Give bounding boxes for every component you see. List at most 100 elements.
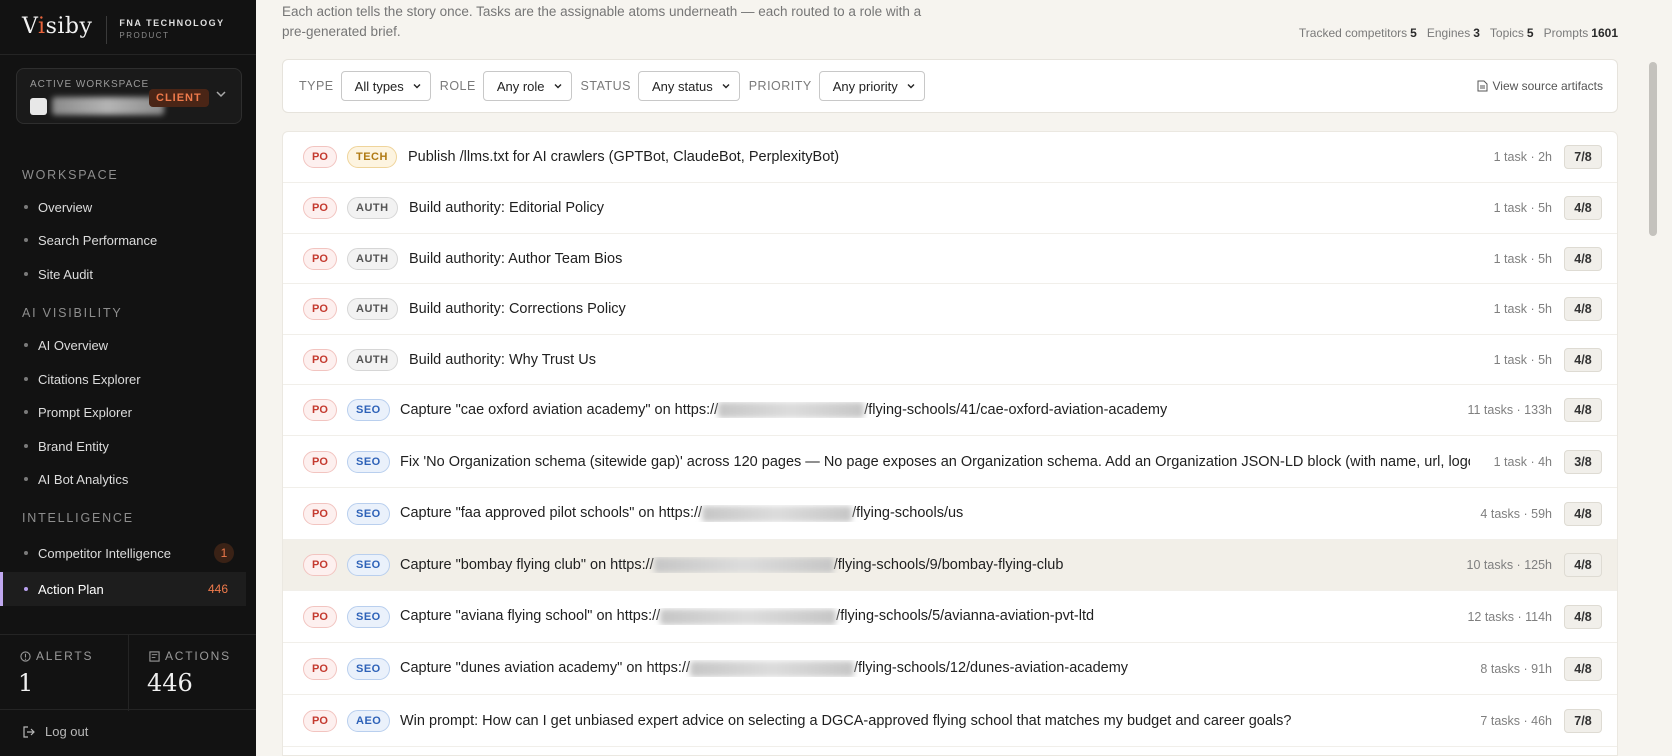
- action-row[interactable]: PO SEO Capture "aviana flying school" on…: [283, 591, 1617, 643]
- nav-item-ai-bot-analytics[interactable]: AI Bot Analytics: [0, 464, 246, 494]
- bullet-icon: [24, 477, 28, 481]
- role-tag: PO: [303, 247, 337, 270]
- divider: [0, 54, 256, 55]
- action-title: Capture "bombay flying club" on https://…: [400, 556, 1064, 574]
- bullet-icon: [24, 377, 28, 381]
- nav-item-competitor-intelligence[interactable]: Competitor Intelligence 1: [0, 538, 246, 568]
- action-row[interactable]: PO SEO Capture "faa approved pilot schoo…: [283, 488, 1617, 540]
- logout-link[interactable]: Log out: [22, 724, 88, 739]
- type-tag: SEO: [347, 657, 390, 680]
- type-tag: AUTH: [347, 197, 398, 219]
- nav-item-action-plan[interactable]: Action Plan 446: [0, 572, 246, 606]
- document-icon: [1477, 80, 1487, 92]
- priority-filter-label: PRIORITY: [748, 79, 812, 93]
- org-sub: PRODUCT: [119, 31, 170, 40]
- chevron-down-icon: [907, 84, 915, 89]
- role-filter-label: ROLE: [439, 79, 476, 93]
- view-source-artifacts-link[interactable]: View source artifacts: [1477, 79, 1603, 93]
- action-meta: 1 task · 2h: [1493, 150, 1552, 164]
- nav-label: AI Overview: [38, 337, 109, 353]
- brand[interactable]: Visiby FNA TECHNOLOGY PRODUCT: [22, 14, 225, 44]
- type-tag: SEO: [347, 605, 390, 628]
- role-filter-select[interactable]: Any role: [482, 71, 572, 101]
- redacted-domain: [653, 557, 834, 574]
- action-row[interactable]: PO TECH Publish /llms.txt for AI crawler…: [283, 132, 1617, 183]
- action-meta: 1 task · 5h: [1493, 251, 1552, 266]
- nav-item-search-performance[interactable]: Search Performance: [0, 225, 246, 255]
- alerts-value: 1: [18, 669, 34, 697]
- action-row[interactable]: PO AUTH Build authority: Editorial Polic…: [283, 183, 1617, 234]
- action-count-badge: 446: [207, 582, 228, 596]
- nav-item-brand-entity[interactable]: Brand Entity: [0, 431, 246, 461]
- priority-filter-select[interactable]: Any priority: [818, 71, 925, 101]
- action-row[interactable]: PO AEO Win prompt: How can I get unbiase…: [283, 695, 1617, 747]
- nav-item-prompt-explorer[interactable]: Prompt Explorer: [0, 397, 246, 427]
- action-row[interactable]: PO SEO Capture "dunes aviation academy" …: [283, 643, 1617, 695]
- action-list: PO TECH Publish /llms.txt for AI crawler…: [282, 131, 1618, 756]
- nav-item-citations-explorer[interactable]: Citations Explorer: [0, 364, 246, 394]
- role-tag: PO: [303, 298, 337, 320]
- status-filter-label: STATUS: [580, 79, 632, 93]
- chevron-down-icon[interactable]: [213, 86, 229, 102]
- status-filter-select[interactable]: Any status: [638, 71, 740, 101]
- redacted-domain: [660, 608, 837, 625]
- action-title: Build authority: Author Team Bios: [409, 250, 623, 267]
- action-title: Build authority: Corrections Policy: [409, 301, 626, 317]
- org-info: FNA TECHNOLOGY PRODUCT: [106, 16, 224, 44]
- sidebar: Visiby FNA TECHNOLOGY PRODUCT ACTIVE WOR…: [0, 0, 256, 756]
- action-row[interactable]: PO AUTH Build authority: Corrections Pol…: [283, 284, 1617, 335]
- scrollbar[interactable]: [1649, 62, 1657, 236]
- chevron-down-icon: [413, 84, 421, 89]
- role-tag: PO: [303, 554, 337, 576]
- nav-label: Prompt Explorer: [38, 404, 132, 420]
- action-meta: 7 tasks · 46h: [1480, 713, 1552, 728]
- type-tag: AUTH: [347, 247, 398, 270]
- action-row[interactable]: PO SEO Capture "cae oxford aviation acad…: [283, 385, 1617, 436]
- bullet-icon: [24, 205, 28, 209]
- workspace-avatar: [30, 98, 47, 115]
- nav-item-ai-overview[interactable]: AI Overview: [0, 330, 246, 360]
- type-tag: SEO: [347, 502, 390, 525]
- priority-score: 4/8: [1564, 553, 1602, 577]
- metric-engines: Engines 3: [1426, 26, 1480, 40]
- nav-item-site-audit[interactable]: Site Audit: [0, 259, 246, 289]
- priority-score: 4/8: [1564, 347, 1602, 372]
- action-title: Capture "aviana flying school" on https:…: [400, 608, 1095, 625]
- alerts-stat[interactable]: ALERTS 1: [0, 635, 128, 711]
- role-tag: PO: [303, 605, 337, 628]
- metric-tracked-competitors: Tracked competitors 5: [1298, 26, 1417, 40]
- action-row[interactable]: PO AUTH Build authority: Author Team Bio…: [283, 234, 1617, 284]
- nav-label: Site Audit: [38, 266, 93, 282]
- action-title: Capture "dunes aviation academy" on http…: [400, 660, 1129, 677]
- actions-label: ACTIONS: [149, 649, 231, 663]
- action-meta: 10 tasks · 125h: [1466, 558, 1552, 572]
- action-meta: 1 task · 5h: [1493, 201, 1552, 215]
- alerts-label: ALERTS: [20, 649, 93, 663]
- nav-label: Citations Explorer: [38, 371, 141, 387]
- workspace-switcher[interactable]: ACTIVE WORKSPACE CLIENT: [16, 68, 242, 124]
- stats-panel: ALERTS 1 ACTIONS 446: [0, 634, 256, 711]
- page-intro: Each action tells the story once. Tasks …: [282, 4, 922, 39]
- role-tag: PO: [303, 709, 337, 732]
- bullet-icon: [24, 444, 28, 448]
- chevron-down-icon: [554, 84, 562, 89]
- role-tag: PO: [303, 399, 337, 421]
- actions-value: 446: [147, 669, 193, 697]
- priority-score: 7/8: [1564, 708, 1602, 733]
- action-row[interactable]: PO AUTH Build authority: Why Trust Us 1 …: [283, 335, 1617, 385]
- role-tag: PO: [303, 348, 337, 371]
- redacted-domain: [702, 505, 853, 522]
- checklist-icon: [149, 650, 160, 662]
- actions-stat[interactable]: ACTIONS 446: [128, 635, 256, 711]
- action-meta: 4 tasks · 59h: [1480, 506, 1552, 521]
- action-title: Build authority: Why Trust Us: [409, 351, 596, 368]
- type-filter-label: TYPE: [299, 79, 334, 93]
- type-filter-select[interactable]: All types: [340, 71, 431, 101]
- nav-item-overview[interactable]: Overview: [0, 192, 246, 222]
- nav-label: Overview: [38, 199, 93, 215]
- role-tag: PO: [303, 657, 337, 680]
- action-title: Capture "cae oxford aviation academy" on…: [400, 401, 1168, 419]
- role-tag: PO: [303, 146, 337, 168]
- action-row[interactable]: PO SEO Capture "bombay flying club" on h…: [283, 540, 1617, 591]
- action-row[interactable]: PO SEO Fix 'No Organization schema (site…: [283, 436, 1617, 488]
